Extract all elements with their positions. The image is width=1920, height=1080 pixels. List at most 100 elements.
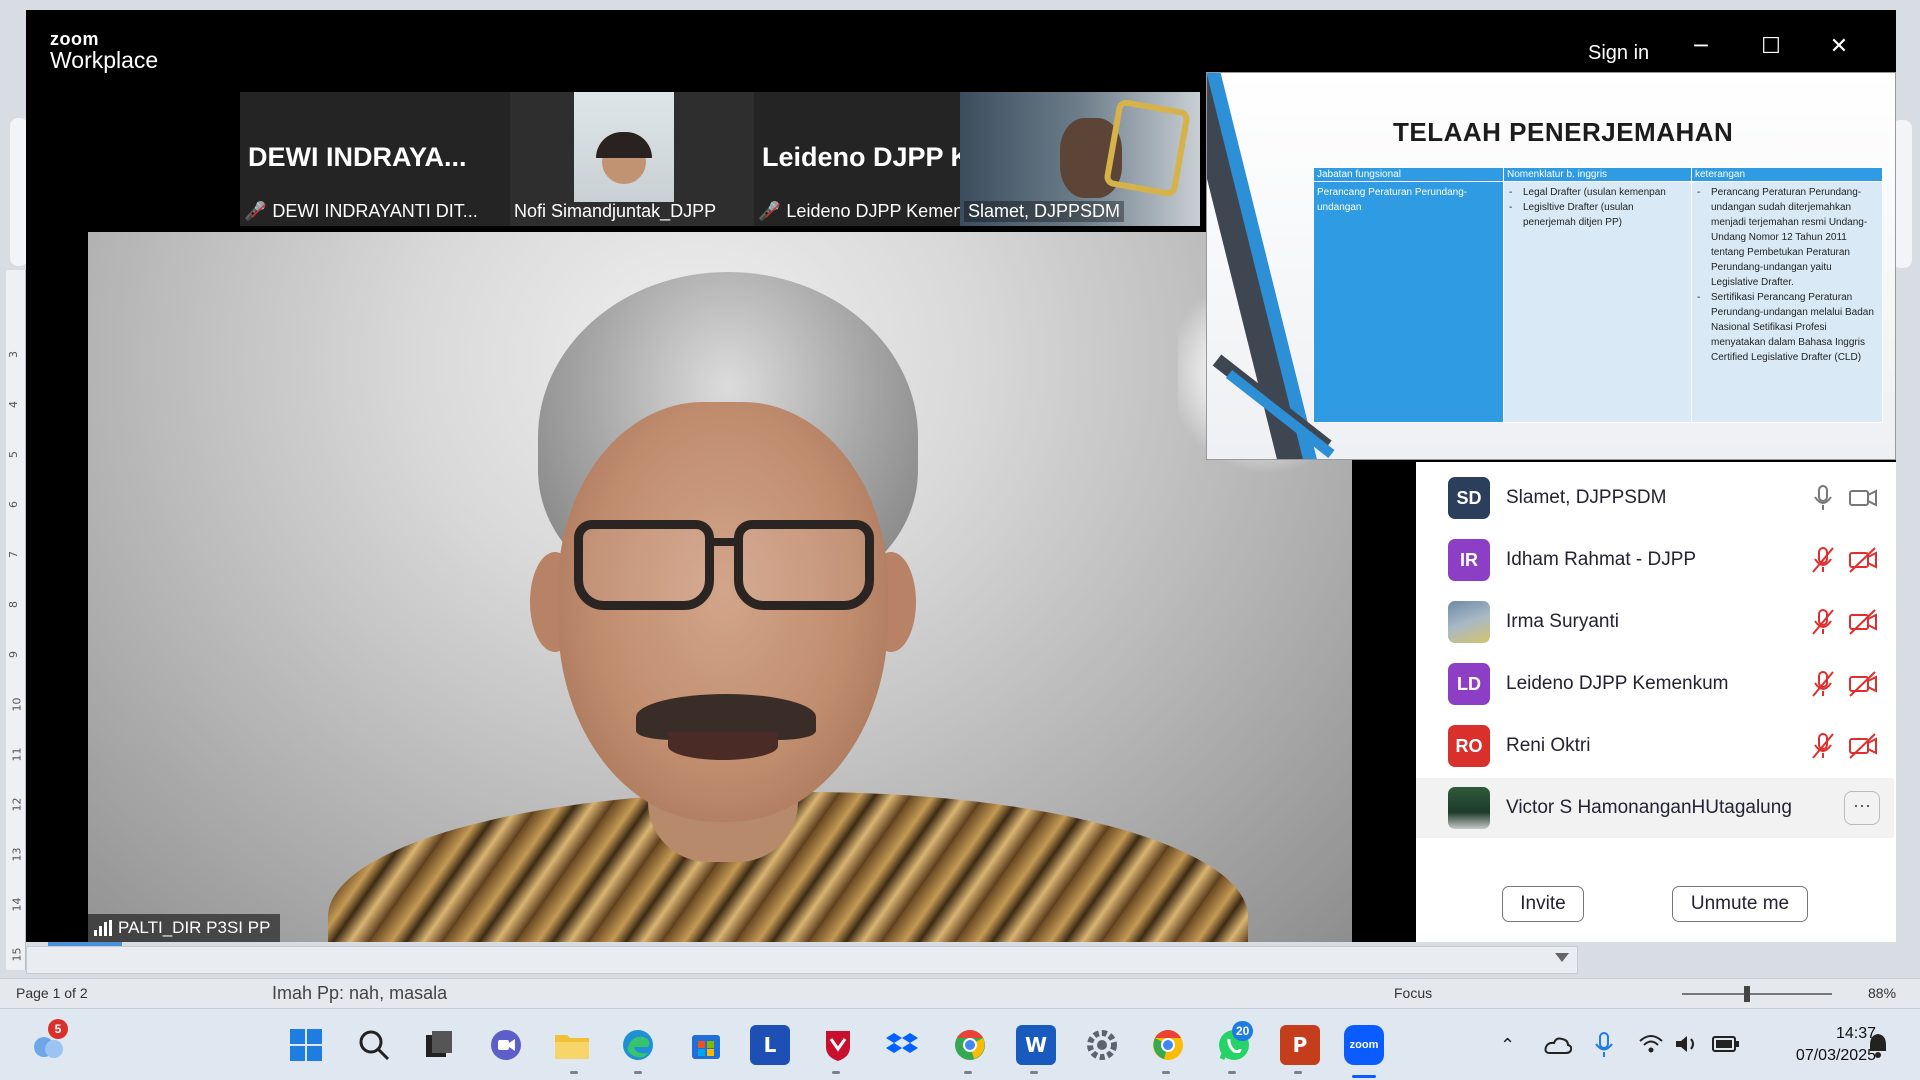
slide-cell-keterangan: Perancang Peraturan Perundang-undangan s… xyxy=(1691,181,1883,423)
mcafee-icon[interactable] xyxy=(818,1025,858,1065)
search-icon[interactable] xyxy=(354,1025,394,1065)
wifi-icon[interactable] xyxy=(1638,1033,1664,1055)
thumbnail-name: Slamet, DJPPSDM xyxy=(968,201,1121,221)
nofi-video xyxy=(574,92,674,202)
ruler-number: 12 xyxy=(10,797,24,812)
onedrive-icon[interactable] xyxy=(1544,1033,1572,1057)
maximize-icon[interactable]: ☐ xyxy=(1748,32,1794,62)
battery-icon[interactable] xyxy=(1712,1035,1740,1053)
chrome-icon[interactable] xyxy=(950,1025,990,1065)
active-speaker-video[interactable] xyxy=(88,232,1352,942)
participant-row[interactable]: IR Idham Rahmat - DJPP xyxy=(1416,530,1894,590)
shared-slide[interactable]: TELAAH PENERJEMAHAN Jabatan fungsional N… xyxy=(1206,72,1896,460)
volume-icon[interactable] xyxy=(1674,1033,1700,1055)
thumbnail-label: Slamet, DJPPSDM xyxy=(964,201,1125,222)
zoom-level[interactable]: 88% xyxy=(1868,985,1896,1001)
ruler-number: 8 xyxy=(7,601,20,608)
slide-cell-jabatan: Perancang Peraturan Perundang-undangan xyxy=(1313,181,1504,423)
running-indicator xyxy=(570,1071,578,1074)
signal-strength-icon xyxy=(94,920,112,936)
notification-bell-icon[interactable] xyxy=(1866,1031,1890,1059)
microphone-icon[interactable] xyxy=(1594,1031,1614,1059)
slide-header-2: Nomenklatur b. inggris xyxy=(1503,167,1692,182)
participant-row[interactable]: RO Reni Oktri xyxy=(1416,716,1894,776)
camera-off-icon[interactable] xyxy=(1848,607,1878,637)
camera-off-icon[interactable] xyxy=(1848,669,1878,699)
ruler-number: 9 xyxy=(7,651,20,658)
participant-row-highlighted[interactable]: Victor S HamonanganHUtagalung ··· xyxy=(1416,778,1894,838)
more-options-button[interactable]: ··· xyxy=(1844,791,1880,825)
l-app-icon[interactable]: L xyxy=(750,1025,790,1065)
meet-icon[interactable] xyxy=(486,1025,526,1065)
thumbnail-name: DEWI INDRAYANTI DIT... xyxy=(272,201,478,221)
zoom-active-indicator xyxy=(1352,1075,1376,1078)
camera-icon[interactable] xyxy=(1848,483,1878,513)
camera-off-icon[interactable] xyxy=(1848,731,1878,761)
ruler-number: 15 xyxy=(10,947,24,962)
word-icon[interactable]: W xyxy=(1016,1025,1056,1065)
ruler-number: 14 xyxy=(10,897,24,912)
mic-muted-icon[interactable] xyxy=(1810,607,1836,637)
thumbnail-nofi[interactable]: Nofi Simandjuntak_DJPP xyxy=(510,92,754,226)
thumbnail-dewi[interactable]: DEWI INDRAYA... 🎤̸ DEWI INDRAYANTI DIT..… xyxy=(240,92,510,226)
powerpoint-icon[interactable]: P xyxy=(1280,1025,1320,1065)
minimize-icon[interactable]: ─ xyxy=(1678,32,1724,62)
participant-row[interactable]: Irma Suryanti xyxy=(1416,592,1894,652)
chevron-up-icon[interactable]: ⌃ xyxy=(1500,1035,1515,1056)
edge-icon[interactable] xyxy=(618,1025,658,1065)
word-status-bar: Page 1 of 2 Imah Pp: nah, masala Focus 8… xyxy=(0,978,1920,1008)
nofi-hair xyxy=(596,132,652,158)
zoom-slider-knob[interactable] xyxy=(1744,986,1750,1002)
clock[interactable]: 14:37 07/03/2025 xyxy=(1752,1023,1876,1067)
invite-button[interactable]: Invite xyxy=(1502,886,1584,922)
mic-muted-icon[interactable] xyxy=(1810,545,1836,575)
horizontal-scrollbar[interactable] xyxy=(26,946,1578,974)
zoom-logo: zoom Workplace xyxy=(50,30,158,72)
sign-in-button[interactable]: Sign in xyxy=(1588,42,1649,65)
weather-badge: 5 xyxy=(48,1019,68,1039)
dropbox-icon[interactable] xyxy=(882,1025,922,1065)
participant-row[interactable]: LD Leideno DJPP Kemenkum xyxy=(1416,654,1894,714)
mic-muted-icon[interactable] xyxy=(1810,669,1836,699)
zoom-slider-track[interactable] xyxy=(1682,993,1832,995)
glasses-lens-right xyxy=(734,520,874,610)
speaker-name: PALTI_DIR P3SI PP xyxy=(118,918,271,937)
running-indicator xyxy=(964,1071,972,1074)
thumbnail-name: Leideno DJPP Kemenk... xyxy=(786,201,988,221)
start-icon[interactable] xyxy=(286,1025,326,1065)
ruler-number: 7 xyxy=(7,551,20,558)
thumbnail-big-name: Leideno DJPP K... xyxy=(762,142,993,172)
mic-muted-icon[interactable] xyxy=(1810,731,1836,761)
mic-icon[interactable] xyxy=(1810,483,1836,513)
running-indicator xyxy=(1294,1071,1302,1074)
participant-name: Victor S HamonanganHUtagalung xyxy=(1506,797,1792,818)
avatar-photo xyxy=(1448,787,1490,829)
slamet-background-emblem xyxy=(1102,98,1192,198)
ruler-number: 5 xyxy=(7,451,20,458)
task-view-icon[interactable] xyxy=(420,1025,460,1065)
nomenklatur-item: Legisltive Drafter (usulan penerjemah di… xyxy=(1507,200,1688,230)
thumbnail-slamet[interactable]: Slamet, DJPPSDM xyxy=(960,92,1200,226)
nomenklatur-item: Legal Drafter (usulan kemenpan xyxy=(1507,185,1688,200)
focus-button[interactable]: Focus xyxy=(1394,985,1432,1001)
participant-name: Leideno DJPP Kemenkum xyxy=(1506,673,1729,694)
participant-name: Irma Suryanti xyxy=(1506,611,1619,632)
avatar: RO xyxy=(1448,725,1490,767)
mic-muted-icon: 🎤̸ xyxy=(758,201,781,222)
chrome-alt-icon[interactable] xyxy=(1148,1025,1188,1065)
thumbnail-big-name: DEWI INDRAYA... xyxy=(248,142,467,172)
close-icon[interactable]: ✕ xyxy=(1816,32,1862,62)
clock-date: 07/03/2025 xyxy=(1795,1047,1876,1064)
unmute-me-button[interactable]: Unmute me xyxy=(1672,886,1808,922)
camera-off-icon[interactable] xyxy=(1848,545,1878,575)
participant-row[interactable]: SD Slamet, DJPPSDM xyxy=(1416,468,1894,528)
settings-icon[interactable] xyxy=(1082,1025,1122,1065)
zoom-app-icon[interactable]: zoom xyxy=(1344,1025,1384,1065)
page-count[interactable]: Page 1 of 2 xyxy=(16,985,88,1001)
thumbnail-label: 🎤̸ Leideno DJPP Kemenk... xyxy=(758,201,987,222)
file-explorer-icon[interactable] xyxy=(552,1025,592,1065)
glasses-bridge xyxy=(713,538,737,546)
store-icon[interactable] xyxy=(686,1025,726,1065)
running-indicator xyxy=(634,1071,642,1074)
scroll-down-arrow-icon[interactable] xyxy=(1555,953,1569,962)
